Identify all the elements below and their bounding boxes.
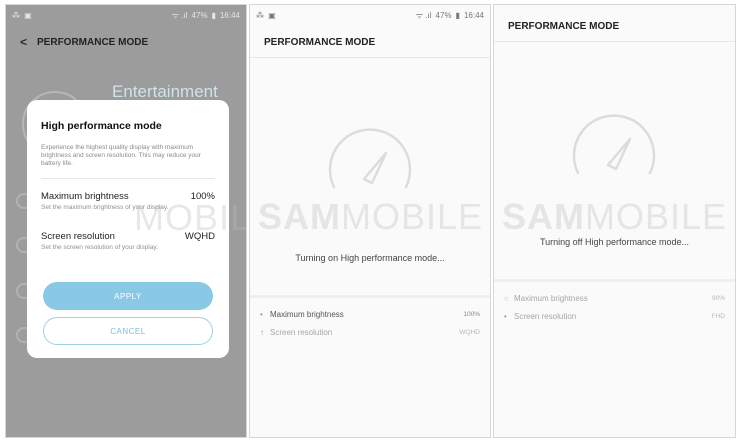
signal-icon: ᯤ .ıl [171,10,188,20]
circle-check-icon: ○ [504,293,509,303]
list-item: • Screen resolution FHD [494,307,735,325]
cancel-button[interactable]: CANCEL [43,317,213,345]
clock: 16:44 [219,10,240,20]
option-value: 100% [190,191,215,202]
item-value: FHD [711,312,725,320]
progress-arrow-icon: ↑ [260,327,264,337]
option-label: Screen resolution [41,231,115,242]
section-divider [494,279,735,282]
option-maximum-brightness[interactable]: Maximum brightness 100% Set the maximum … [41,191,215,211]
back-arrow-icon[interactable]: < [20,35,27,49]
item-value: 100% [463,310,480,318]
clock: 16:44 [463,10,484,20]
item-label: Maximum brightness [270,309,344,319]
notification-icons: ⁂ ▣ [12,10,33,20]
list-item: ↑ Screen resolution WQHD [250,323,490,341]
battery-icon: ▮ [455,10,460,20]
bullet-icon: • [504,311,507,321]
app-bar: < PERFORMANCE MODE [6,27,246,57]
status-bar: ⁂ ▣ ᯤ .ıl 47% ▮ 16:44 [250,5,490,25]
page-title: PERFORMANCE MODE [37,36,149,48]
notification-icons: ⁂ ▣ [256,10,277,20]
progress-message: Turning on High performance mode... [295,253,445,263]
app-bar: PERFORMANCE MODE [494,11,735,41]
screen-dialog: ⁂ ▣ ᯤ .ıl 47% ▮ 16:44 < PERFORMANCE MODE… [5,4,247,438]
speedometer-icon [572,114,656,175]
item-value: WQHD [459,328,480,336]
app-bar: PERFORMANCE MODE [250,27,490,57]
status-bar: ⁂ ▣ ᯤ .ıl 47% ▮ 16:44 [6,5,246,25]
section-divider [250,295,490,298]
high-performance-dialog: High performance mode Experience the hig… [27,100,229,358]
battery-level: 47% [435,10,452,20]
apply-button[interactable]: APPLY [43,282,213,310]
dialog-description: Experience the highest quality display w… [41,144,215,179]
battery-level: 47% [191,10,208,20]
screen-turning-on: ⁂ ▣ ᯤ .ıl 47% ▮ 16:44 PERFORMANCE MODE T… [249,4,491,438]
item-label: Screen resolution [270,327,333,337]
battery-icon: ▮ [211,10,216,20]
bullet-icon: • [260,309,263,319]
item-label: Screen resolution [514,311,577,321]
progress-message: Turning off High performance mode... [539,237,690,247]
divider [250,57,490,58]
settings-list: ○ Maximum brightness 90% • Screen resolu… [494,289,735,325]
option-subtitle: Set the maximum brightness of your displ… [41,204,169,211]
list-item: ○ Maximum brightness 90% [494,289,735,307]
option-subtitle: Set the screen resolution of your displa… [41,244,158,251]
dialog-title: High performance mode [41,120,162,132]
option-label: Maximum brightness [41,191,129,202]
item-value: 90% [711,294,725,302]
speedometer-icon [328,128,412,189]
option-value: WQHD [184,231,215,242]
list-item: • Maximum brightness 100% [250,305,490,323]
mode-heading: Entertainment [112,82,218,101]
page-title: PERFORMANCE MODE [264,36,376,48]
page-title: PERFORMANCE MODE [508,20,620,32]
settings-list: • Maximum brightness 100% ↑ Screen resol… [250,305,490,341]
divider [494,41,735,42]
option-screen-resolution[interactable]: Screen resolution WQHD Set the screen re… [41,231,215,251]
screen-turning-off: PERFORMANCE MODE Turning off High perfor… [493,4,736,438]
signal-icon: ᯤ .ıl [415,10,432,20]
item-label: Maximum brightness [514,293,588,303]
